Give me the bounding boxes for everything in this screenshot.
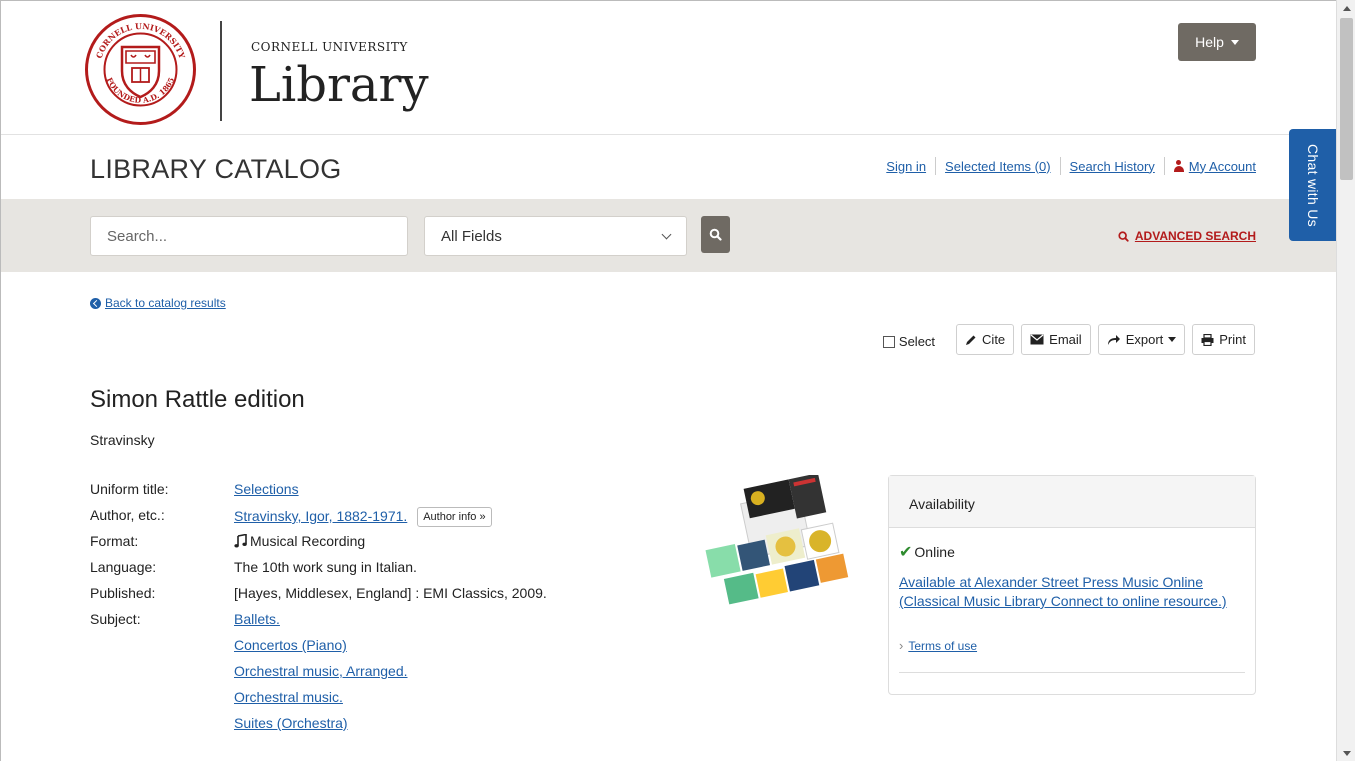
advanced-search-link[interactable]: ADVANCED SEARCH	[1135, 229, 1256, 243]
my-account-link[interactable]: My Account	[1189, 159, 1256, 174]
search-input[interactable]	[90, 216, 408, 256]
checkmark-icon: ✔	[899, 544, 913, 561]
field-row-published: Published: [Hayes, Middlesex, England] :…	[90, 585, 547, 611]
search-icon	[1118, 230, 1129, 242]
my-account-link-wrap[interactable]: My Account	[1173, 159, 1256, 174]
availability-panel: Availability ✔ Online Available at Alexa…	[888, 475, 1256, 695]
record-title: Simon Rattle edition	[90, 386, 305, 413]
printer-icon	[1201, 333, 1214, 346]
email-label: Email	[1049, 332, 1082, 347]
author-info-button[interactable]: Author info »	[417, 507, 492, 527]
author-link[interactable]: Stravinsky, Igor, 1882-1971.	[234, 508, 407, 524]
subject-link[interactable]: Ballets.	[234, 611, 408, 637]
link-separator	[1059, 157, 1061, 175]
select-label: Select	[898, 334, 936, 349]
search-button[interactable]	[701, 216, 730, 253]
published-value: [Hayes, Middlesex, England] : EMI Classi…	[234, 585, 547, 601]
online-resource-link[interactable]: Available at Alexander Street Press Musi…	[899, 573, 1244, 611]
browser-viewport: CORNELL UNIVERSITY FOUNDED A.D. 1865 COR…	[0, 0, 1336, 761]
advanced-search[interactable]: ADVANCED SEARCH	[1118, 229, 1256, 243]
field-row-subject: Subject: Ballets. Concertos (Piano) Orch…	[90, 611, 547, 741]
online-label: Online	[914, 544, 955, 560]
field-label: Format:	[90, 533, 139, 549]
back-to-results[interactable]: Back to catalog results	[90, 296, 226, 310]
field-label: Author, etc.:	[90, 507, 165, 523]
select-checkbox[interactable]: Select	[882, 334, 936, 349]
subject-link[interactable]: Orchestral music, Arranged.	[234, 663, 408, 689]
chat-with-us-tab[interactable]: Chat with Us	[1289, 129, 1336, 241]
subject-link[interactable]: Concertos (Piano)	[234, 637, 408, 663]
search-history-link[interactable]: Search History	[1070, 159, 1155, 174]
cornell-seal-logo[interactable]: CORNELL UNIVERSITY FOUNDED A.D. 1865	[84, 13, 197, 126]
field-label: Uniform title:	[90, 481, 169, 497]
field-row-author: Author, etc.: Stravinsky, Igor, 1882-197…	[90, 507, 547, 533]
uniform-title-link[interactable]: Selections	[234, 481, 299, 497]
export-label: Export	[1125, 332, 1164, 347]
language-value: The 10th work sung in Italian.	[234, 559, 417, 575]
brand-header: CORNELL UNIVERSITY FOUNDED A.D. 1865 COR…	[1, 1, 1336, 135]
album-cover-image	[698, 475, 858, 615]
caret-down-icon	[1230, 39, 1239, 45]
help-dropdown-button[interactable]: Help	[1178, 23, 1256, 61]
back-link[interactable]: Back to catalog results	[105, 296, 226, 310]
scroll-up-arrow[interactable]	[1337, 0, 1355, 16]
arrow-down-icon	[1342, 750, 1351, 756]
checkbox-icon[interactable]	[882, 335, 895, 348]
search-field-select[interactable]: All Fields	[424, 216, 687, 256]
cite-label: Cite	[982, 332, 1006, 347]
subject-link[interactable]: Suites (Orchestra)	[234, 715, 408, 741]
record-tools: Select Cite Email Export Print	[882, 324, 1255, 355]
chevron-right-icon: ›	[899, 638, 904, 653]
brand-divider	[220, 21, 222, 121]
record-author: Stravinsky	[90, 432, 155, 448]
envelope-icon	[1030, 334, 1044, 345]
user-icon	[1173, 159, 1184, 172]
print-button[interactable]: Print	[1192, 324, 1255, 355]
field-label: Language:	[90, 559, 157, 575]
catalog-bar: LIBRARY CATALOG Sign in Selected Items (…	[1, 135, 1336, 199]
search-band: All Fields ADVANCED SEARCH	[1, 199, 1336, 272]
terms-link[interactable]: Terms of use	[908, 639, 977, 653]
scroll-down-arrow[interactable]	[1337, 745, 1355, 761]
search-icon	[709, 228, 722, 241]
field-row-language: Language: The 10th work sung in Italian.	[90, 559, 547, 585]
pencil-icon	[966, 335, 976, 345]
field-label: Published:	[90, 585, 156, 601]
music-note-icon	[234, 534, 247, 548]
selected-items-link[interactable]: Selected Items (0)	[945, 159, 1051, 174]
email-button[interactable]: Email	[1021, 324, 1091, 355]
share-arrow-icon	[1107, 334, 1120, 345]
availability-heading: Availability	[889, 476, 1255, 528]
field-row-uniform-title: Uniform title: Selections	[90, 481, 547, 507]
terms-of-use[interactable]: › Terms of use	[899, 638, 977, 653]
arrow-up-icon	[1342, 5, 1351, 11]
account-links: Sign in Selected Items (0) Search Histor…	[886, 157, 1256, 175]
chat-label: Chat with Us	[1305, 143, 1321, 227]
catalog-title[interactable]: LIBRARY CATALOG	[90, 154, 342, 185]
caret-down-icon	[1168, 337, 1177, 342]
cite-button[interactable]: Cite	[956, 324, 1015, 355]
scrollbar-thumb[interactable]	[1340, 18, 1353, 180]
export-dropdown-button[interactable]: Export	[1097, 324, 1186, 355]
record-fields: Uniform title: Selections Author, etc.: …	[90, 481, 547, 741]
chevron-down-icon	[661, 229, 672, 239]
brand-library-wordmark[interactable]: Library	[249, 57, 429, 113]
field-row-format: Format: Musical Recording	[90, 533, 547, 559]
online-status: ✔ Online	[899, 542, 955, 562]
link-separator	[1163, 157, 1165, 175]
subject-link[interactable]: Orchestral music.	[234, 689, 408, 715]
divider	[899, 672, 1245, 673]
sign-in-link[interactable]: Sign in	[886, 159, 926, 174]
subject-list: Ballets. Concertos (Piano) Orchestral mu…	[234, 611, 408, 741]
search-field-value: All Fields	[441, 227, 502, 245]
link-separator	[935, 157, 937, 175]
format-value: Musical Recording	[250, 533, 366, 549]
vertical-scrollbar[interactable]	[1336, 0, 1355, 761]
field-label: Subject:	[90, 611, 141, 627]
arrow-left-circle-icon	[90, 297, 101, 309]
brand-university: CORNELL UNIVERSITY	[251, 40, 408, 54]
print-label: Print	[1219, 332, 1246, 347]
help-label: Help	[1195, 34, 1224, 50]
